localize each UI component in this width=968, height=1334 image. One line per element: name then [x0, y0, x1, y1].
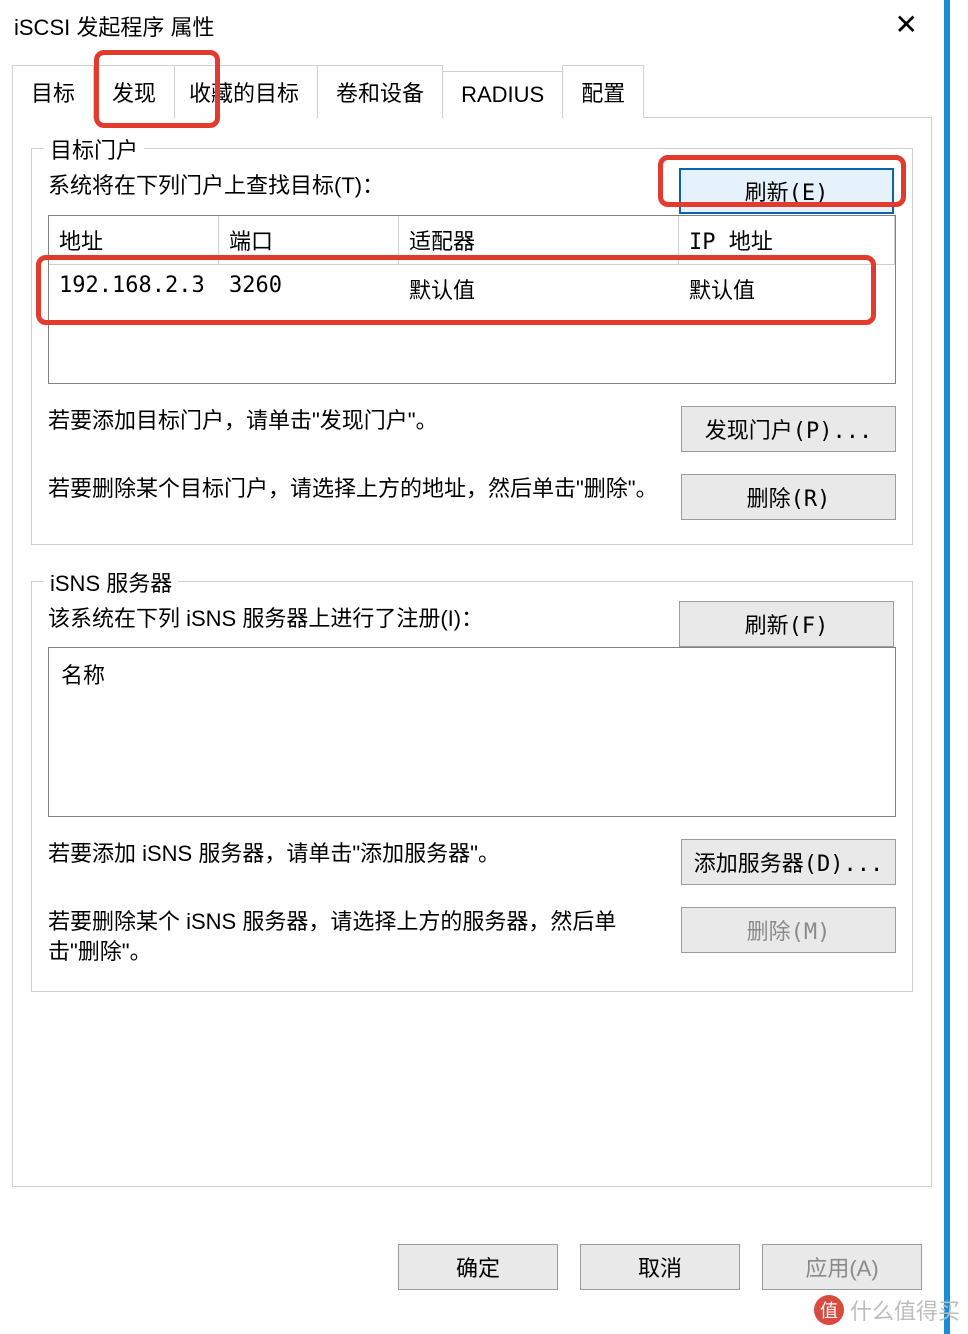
- col-port[interactable]: 端口: [219, 216, 399, 265]
- remove-isns-button[interactable]: 删除(M): [681, 907, 896, 953]
- close-icon[interactable]: ✕: [883, 10, 930, 40]
- text-search-portals: 系统将在下列门户上查找目标(T)：: [48, 171, 384, 201]
- cell-ip: 默认值: [679, 265, 895, 313]
- text-remove-portal: 若要删除某个目标门户，请选择上方的地址，然后单击"删除"。: [48, 474, 661, 504]
- group-isns-servers: iSNS 服务器 该系统在下列 iSNS 服务器上进行了注册(I)： 刷新(F)…: [31, 581, 913, 992]
- window-title: iSCSI 发起程序 属性: [14, 10, 214, 42]
- col-adapter[interactable]: 适配器: [399, 216, 679, 265]
- tab-favorites[interactable]: 收藏的目标: [174, 65, 318, 118]
- discover-portal-button[interactable]: 发现门户(P)...: [681, 406, 896, 452]
- dialog-window: iSCSI 发起程序 属性 ✕ 目标 发现 收藏的目标 卷和设备 RADIUS …: [0, 0, 950, 1334]
- text-add-portal: 若要添加目标门户，请单击"发现门户"。: [48, 406, 661, 436]
- tab-strip: 目标 发现 收藏的目标 卷和设备 RADIUS 配置: [12, 64, 932, 118]
- watermark-badge-icon: 值: [814, 1295, 844, 1325]
- titlebar: iSCSI 发起程序 属性 ✕: [0, 0, 944, 50]
- add-isns-button[interactable]: 添加服务器(D)...: [681, 839, 896, 885]
- text-add-isns: 若要添加 iSNS 服务器，请单击"添加服务器"。: [48, 839, 661, 869]
- table-row[interactable]: 192.168.2.3 3260 默认值 默认值: [49, 265, 895, 313]
- refresh-f-button[interactable]: 刷新(F): [679, 601, 894, 647]
- cell-address: 192.168.2.3: [49, 265, 219, 313]
- dialog-footer: 确定 取消 应用(A): [398, 1244, 922, 1290]
- tab-configuration[interactable]: 配置: [562, 65, 644, 118]
- tab-discovery[interactable]: 发现: [93, 65, 175, 119]
- remove-portal-button[interactable]: 删除(R): [681, 474, 896, 520]
- cancel-button[interactable]: 取消: [580, 1244, 740, 1290]
- watermark-text: 什么值得买: [850, 1294, 960, 1326]
- refresh-e-button[interactable]: 刷新(E): [679, 168, 894, 214]
- legend-target-portals: 目标门户: [44, 133, 144, 165]
- apply-button[interactable]: 应用(A): [762, 1244, 922, 1290]
- legend-isns: iSNS 服务器: [44, 566, 178, 598]
- tab-volumes-devices[interactable]: 卷和设备: [317, 65, 443, 118]
- portal-list-header: 地址 端口 适配器 IP 地址: [49, 216, 895, 265]
- col-address[interactable]: 地址: [49, 216, 219, 265]
- tab-panel-discovery: 目标门户 系统将在下列门户上查找目标(T)： 刷新(E) 地址 端口 适配器: [12, 117, 932, 1187]
- watermark: 值 什么值得买: [814, 1294, 960, 1326]
- text-remove-isns: 若要删除某个 iSNS 服务器，请选择上方的服务器，然后单击"删除"。: [48, 907, 661, 966]
- text-isns-registered: 该系统在下列 iSNS 服务器上进行了注册(I)：: [48, 604, 483, 634]
- col-name[interactable]: 名称: [61, 658, 883, 690]
- ok-button[interactable]: 确定: [398, 1244, 558, 1290]
- cell-adapter: 默认值: [399, 265, 679, 313]
- group-target-portals: 目标门户 系统将在下列门户上查找目标(T)： 刷新(E) 地址 端口 适配器: [31, 148, 913, 545]
- tab-radius[interactable]: RADIUS: [442, 71, 563, 118]
- col-ip[interactable]: IP 地址: [679, 216, 895, 265]
- portal-listview[interactable]: 地址 端口 适配器 IP 地址 192.168.2.3 3260 默认值 默认值: [48, 215, 896, 384]
- isns-listview[interactable]: 名称: [48, 647, 896, 817]
- cell-port: 3260: [219, 265, 399, 313]
- tab-targets[interactable]: 目标: [12, 65, 94, 118]
